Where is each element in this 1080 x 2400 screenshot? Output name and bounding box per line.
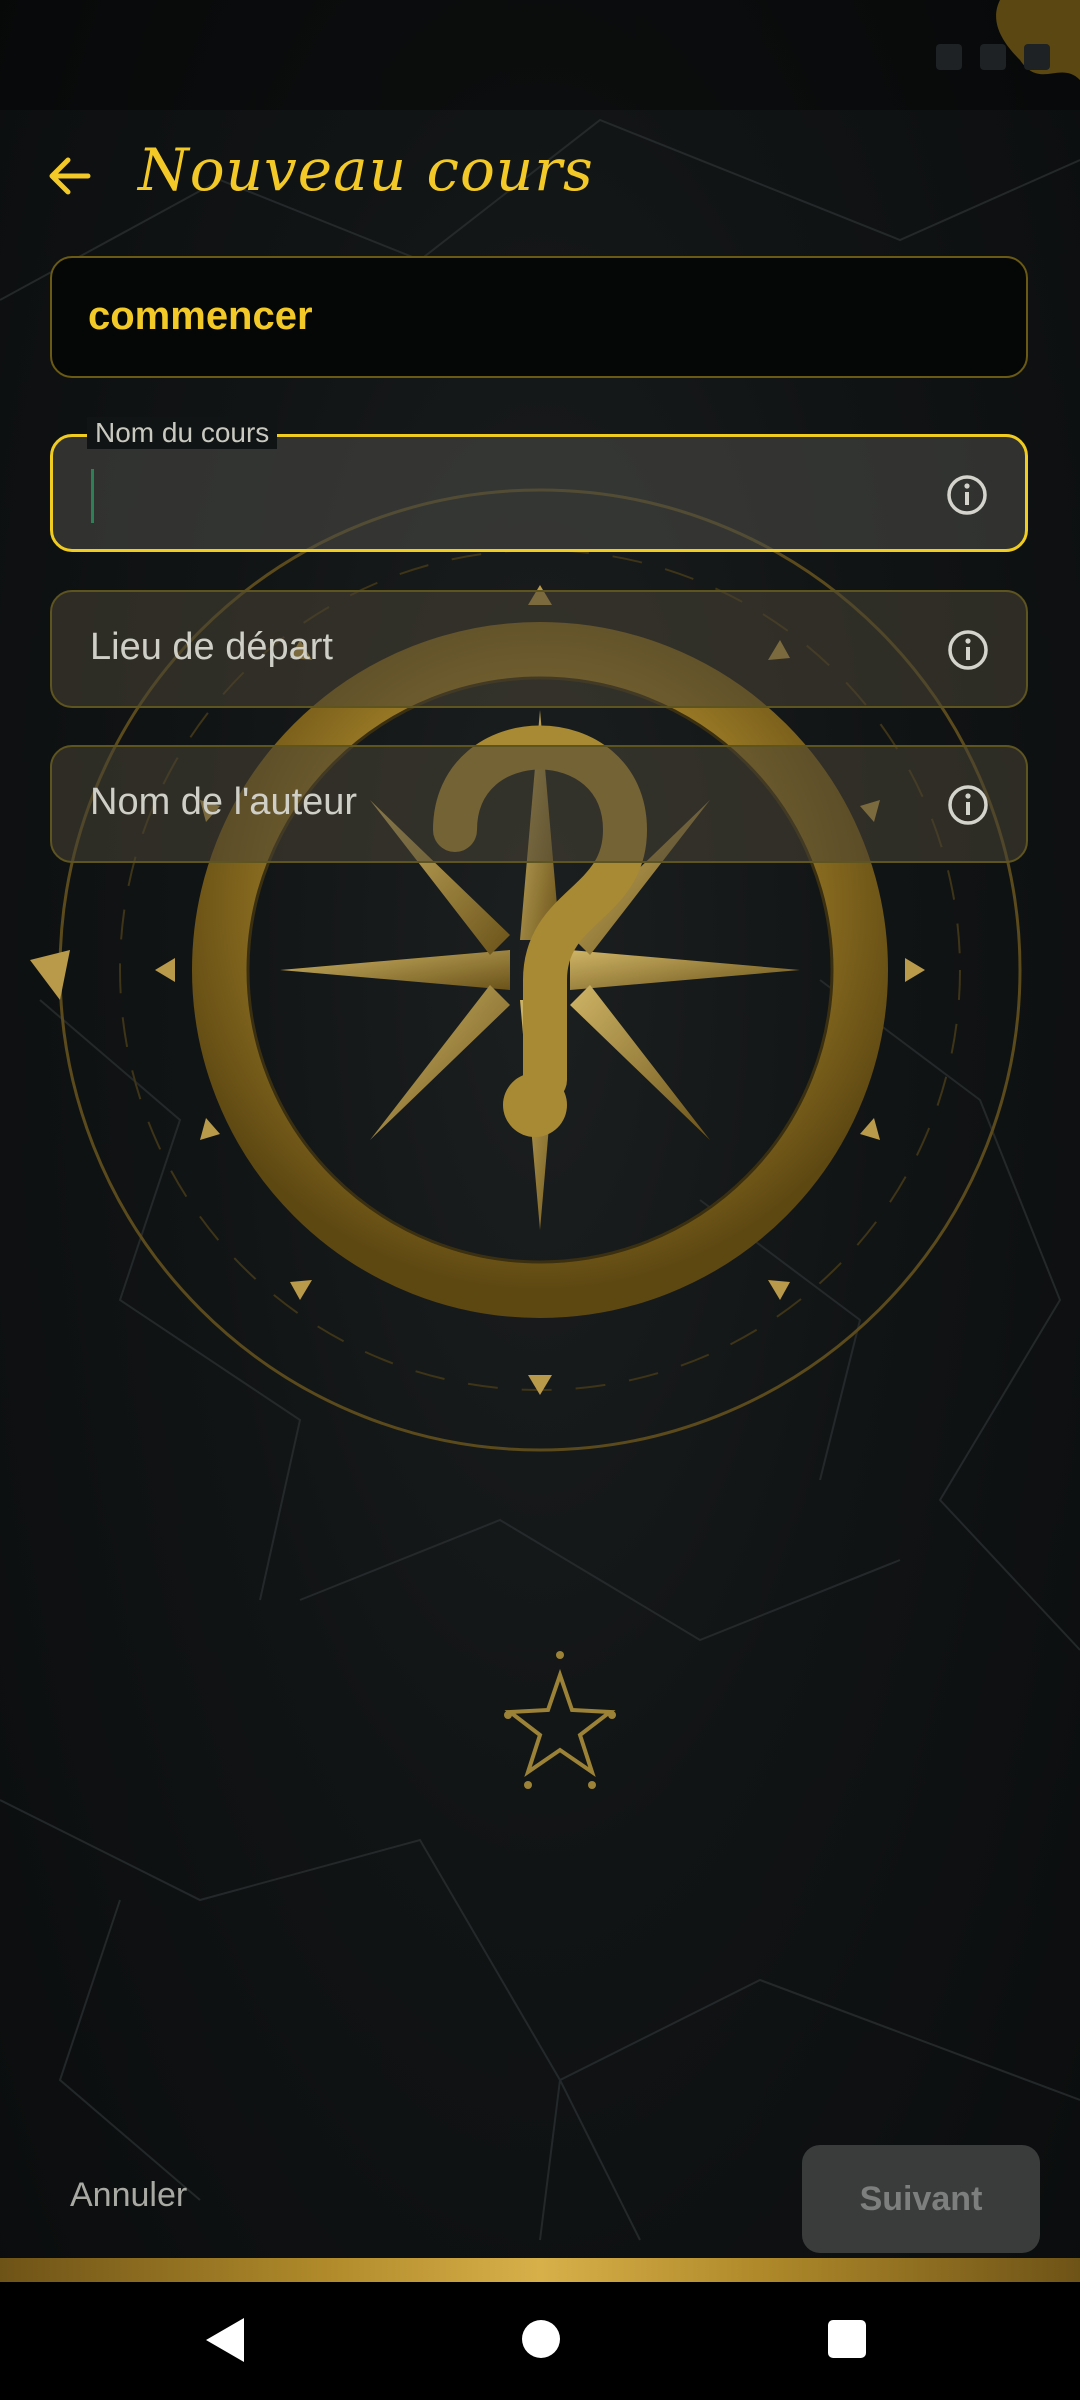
info-circle-icon[interactable] xyxy=(946,783,990,827)
text-caret xyxy=(91,469,94,523)
nav-back-icon[interactable] xyxy=(206,2318,244,2362)
wifi-icon xyxy=(980,44,1006,70)
start-place-placeholder: Lieu de départ xyxy=(90,626,333,668)
gold-divider xyxy=(0,2258,1080,2282)
nav-recent-apps-icon[interactable] xyxy=(828,2320,866,2358)
course-type-field[interactable]: commencer xyxy=(50,256,1028,378)
status-bar xyxy=(0,0,1080,110)
cancel-button[interactable]: Annuler xyxy=(70,2176,187,2215)
info-circle-icon[interactable] xyxy=(946,628,990,672)
next-button[interactable]: Suivant xyxy=(802,2145,1040,2253)
system-nav-bar xyxy=(0,2282,1080,2400)
arrow-left-icon[interactable] xyxy=(44,150,96,202)
course-type-value: commencer xyxy=(88,294,313,338)
course-name-label: Nom du cours xyxy=(87,417,278,449)
start-place-input[interactable]: Lieu de départ xyxy=(50,590,1028,708)
battery-icon xyxy=(1024,44,1050,70)
nav-home-icon[interactable] xyxy=(522,2320,560,2358)
info-circle-icon[interactable] xyxy=(945,473,989,517)
course-name-input[interactable]: Nom du cours xyxy=(50,417,1028,552)
author-name-placeholder: Nom de l'auteur xyxy=(90,781,358,823)
author-name-input[interactable]: Nom de l'auteur xyxy=(50,745,1028,863)
app-header: Nouveau cours xyxy=(0,130,1080,220)
page-title: Nouveau cours xyxy=(138,136,594,204)
status-icons xyxy=(936,44,1050,70)
screen: Nouveau cours commencer Nom du cours Lie… xyxy=(0,0,1080,2400)
notification-icon xyxy=(936,44,962,70)
